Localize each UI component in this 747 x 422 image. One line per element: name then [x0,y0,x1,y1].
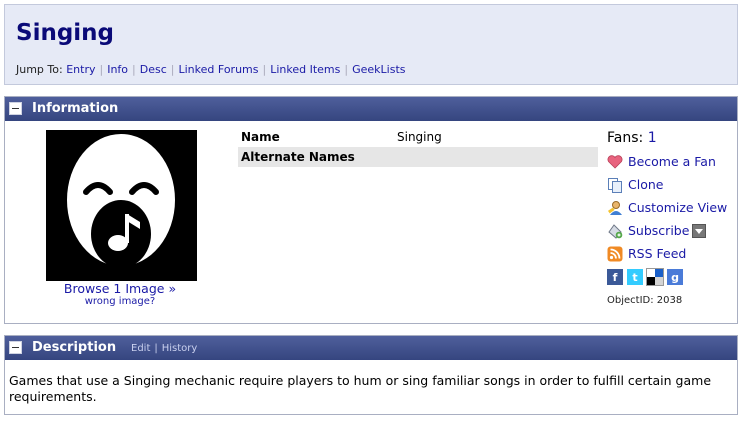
social-share-bar: f t g [607,268,737,287]
item-actions-sidebar: Fans: 1 Become a Fan Clone Customize Vie… [607,130,737,306]
fans-count: Fans: 1 [607,130,737,150]
information-panel-title: Information [32,101,119,116]
information-panel-header: Information [5,97,737,121]
jump-to-label: Jump To: [16,63,63,76]
attribute-row: Alternate Names [238,147,598,167]
twitter-icon[interactable]: t [627,269,643,285]
collapse-toggle-icon[interactable] [9,341,22,354]
browse-images-link[interactable]: Browse 1 Image » [5,281,235,296]
wrong-image-link[interactable]: wrong image? [5,296,235,307]
clone-icon [607,177,623,193]
attribute-row: Name Singing [238,127,598,147]
object-id: ObjectID: 2038 [607,295,683,306]
page-header: Singing Jump To: Entry | Info | Desc | Linked … [4,4,738,85]
attributes-table: Name Singing Alternate Names [238,127,598,167]
fans-count-link[interactable]: 1 [648,130,657,146]
jump-link-desc[interactable]: Desc [140,63,167,76]
google-icon[interactable]: g [667,269,683,285]
attribute-value [394,147,598,167]
jump-link-info[interactable]: Info [107,63,128,76]
item-image[interactable] [46,130,197,281]
singing-face-icon [67,134,175,268]
subscribe-dropdown-icon[interactable] [692,223,707,238]
jump-to-nav: Jump To: Entry | Info | Desc | Linked Forums | L… [16,63,406,76]
edit-link[interactable]: Edit [131,343,150,354]
jump-link-linked-items[interactable]: Linked Items [270,63,340,76]
delicious-icon[interactable] [646,268,664,286]
facebook-icon[interactable]: f [607,269,623,285]
subscribe-link[interactable]: Subscribe [628,223,689,238]
customize-icon [607,200,623,216]
information-panel: Information Browse 1 Image » wrong image… [4,96,738,324]
rss-icon [607,246,623,262]
clone-action[interactable]: Clone [607,173,737,196]
clone-link[interactable]: Clone [628,177,663,192]
collapse-toggle-icon[interactable] [9,102,22,115]
jump-link-linked-forums[interactable]: Linked Forums [179,63,259,76]
subscribe-icon [607,223,623,239]
page-title: Singing [16,20,115,46]
jump-link-entry[interactable]: Entry [66,63,95,76]
attribute-value: Singing [397,130,442,144]
become-fan-action[interactable]: Become a Fan [607,150,737,173]
description-text: Games that use a Singing mechanic requir… [9,373,712,404]
jump-link-geeklists[interactable]: GeekLists [352,63,405,76]
rss-feed-action[interactable]: RSS Feed [607,242,737,265]
attribute-key: Alternate Names [238,147,394,167]
history-link[interactable]: History [162,343,198,354]
customize-view-action[interactable]: Customize View [607,196,737,219]
attribute-key: Name [241,130,280,144]
fans-label: Fans: [607,130,644,146]
become-fan-link[interactable]: Become a Fan [628,154,716,169]
rss-feed-link[interactable]: RSS Feed [628,246,686,261]
description-panel-links: Edit | History [131,343,198,354]
subscribe-action[interactable]: Subscribe [607,219,737,242]
description-panel-title: Description [32,340,117,355]
description-panel-header: Description Edit | History [5,336,737,360]
description-panel: Description Edit | History Games that use … [4,335,738,415]
customize-view-link[interactable]: Customize View [628,200,727,215]
heart-icon [607,154,623,170]
